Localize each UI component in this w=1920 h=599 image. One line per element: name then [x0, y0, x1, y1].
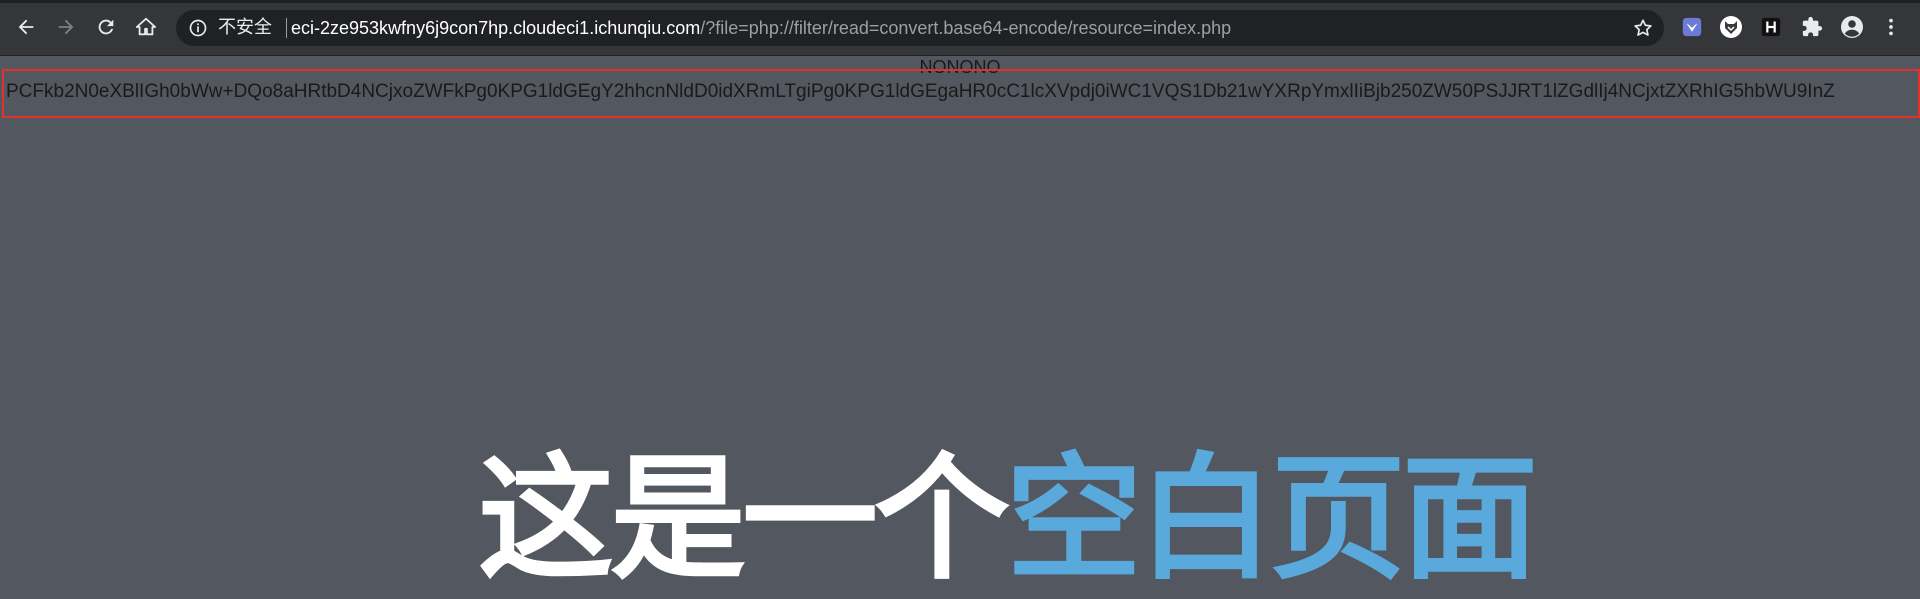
info-icon[interactable] [188, 18, 208, 38]
profile-avatar-icon[interactable] [1840, 15, 1864, 39]
url-path: /?file=php://filter/read=convert.base64-… [700, 18, 1232, 38]
address-bar[interactable]: 不安全 eci-2ze953kwfny6j9con7hp.cloudeci1.i… [176, 10, 1664, 46]
extension-shield-icon[interactable] [1680, 15, 1704, 39]
reload-button[interactable] [88, 9, 124, 45]
headline-white-part: 这是一个 [478, 441, 1010, 599]
address-separator [286, 18, 287, 38]
extension-h-icon[interactable] [1759, 15, 1783, 39]
tab-strip-edge [0, 0, 1920, 3]
url-text[interactable]: eci-2ze953kwfny6j9con7hp.cloudeci1.ichun… [291, 18, 1231, 38]
bookmark-star-icon[interactable] [1632, 17, 1654, 39]
headline-blue-part: 空白页面 [1006, 441, 1538, 599]
reload-icon [98, 19, 114, 35]
base64-output: PCFkb2N0eXBlIGh0bWw+DQo8aHRtbD4NCjxoZWFk… [6, 81, 1835, 102]
page-content: NONONO PCFkb2N0eXBlIGh0bWw+DQo8aHRtbD4NC… [0, 57, 1920, 595]
url-host: eci-2ze953kwfny6j9con7hp.cloudeci1.ichun… [291, 18, 701, 38]
home-icon [135, 17, 157, 36]
base64-highlight-box: PCFkb2N0eXBlIGh0bWw+DQo8aHRtbD4NCjxoZWFk… [2, 69, 1920, 118]
headline: 这是一个空白页面 [478, 445, 1538, 595]
extension-fox-icon[interactable] [1719, 15, 1743, 39]
extensions-puzzle-icon[interactable] [1800, 15, 1824, 39]
back-arrow-icon [18, 19, 34, 35]
not-secure-label[interactable]: 不安全 [218, 18, 272, 38]
forward-arrow-icon [58, 19, 74, 35]
menu-kebab-icon[interactable] [1879, 15, 1903, 39]
browser-toolbar: 不安全 eci-2ze953kwfny6j9con7hp.cloudeci1.i… [0, 0, 1920, 56]
back-button[interactable] [8, 9, 44, 45]
home-button[interactable] [128, 9, 164, 45]
forward-button[interactable] [48, 9, 84, 45]
